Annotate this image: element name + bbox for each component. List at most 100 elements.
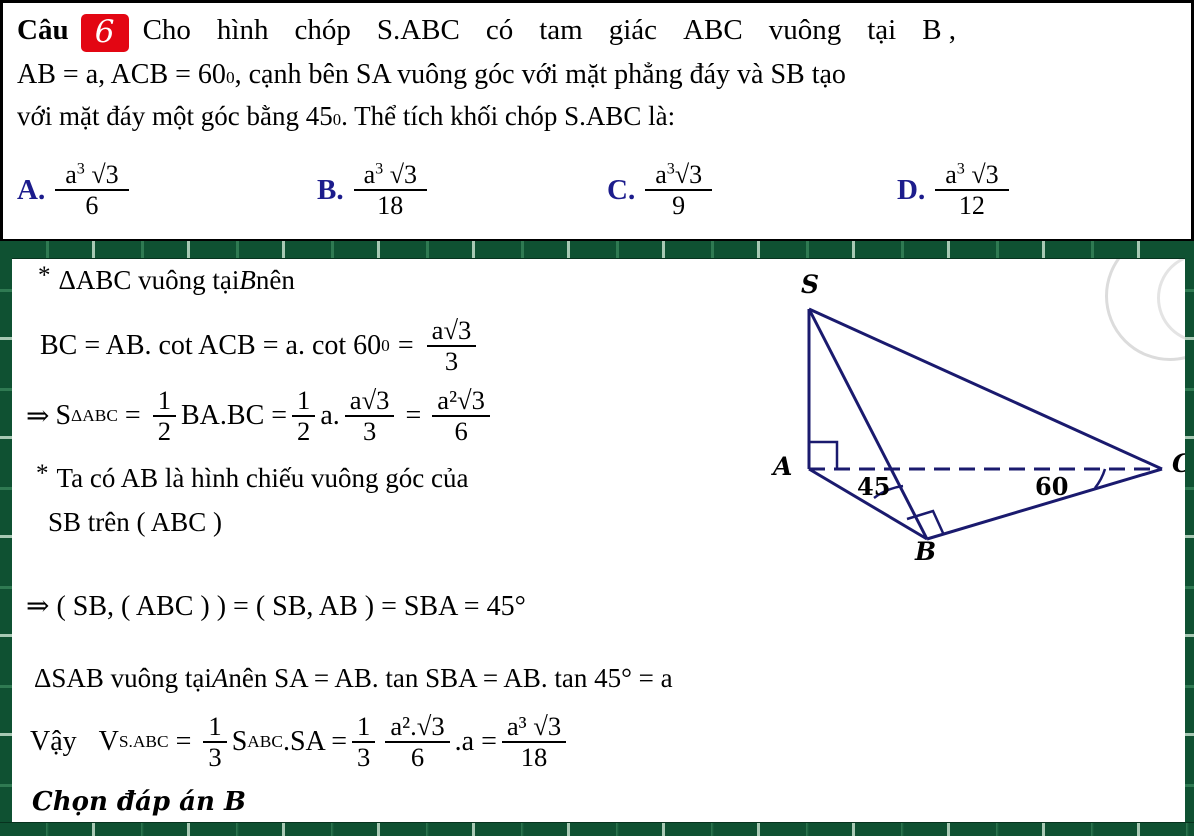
- sol3-eq1: =: [124, 400, 141, 432]
- sol3-fraction-4: a²√3 6: [432, 385, 490, 447]
- sol8-vay: Vậy: [30, 726, 77, 758]
- geometry-svg: [807, 307, 1163, 541]
- sol8-dot-a: .a =: [454, 726, 497, 758]
- q1-w2: chóp: [294, 14, 351, 46]
- opt-a-radical: √3: [91, 160, 119, 189]
- question-panel: Câu 6 Cho hình chóp S.ABC có tam giác AB…: [0, 0, 1194, 241]
- question-line-1: Câu 6 Cho hình chóp S.ABC có tam giác AB…: [17, 11, 1181, 52]
- sol8-eq1: =: [175, 726, 192, 758]
- edge-S-C: [808, 307, 1163, 471]
- opt-d-exp: 3: [956, 160, 965, 178]
- sol3-f3-den: 3: [362, 416, 377, 447]
- sol8-f3-num: a².√3: [390, 711, 445, 741]
- option-a-letter: A.: [17, 173, 46, 206]
- sol3-fraction-2: 1 2: [292, 386, 316, 447]
- q1-w4: có: [485, 14, 514, 46]
- sol7-italic: A: [211, 663, 229, 693]
- option-b-numerator: a3 √3: [354, 161, 427, 189]
- option-b-letter: B.: [317, 173, 344, 206]
- option-d-fraction: a3 √3 12: [935, 161, 1009, 221]
- option-a[interactable]: A. a3 √3 6: [17, 161, 317, 220]
- option-a-denominator: 6: [85, 191, 99, 221]
- option-b-denominator: 18: [377, 191, 404, 221]
- question-number-badge: 6: [80, 14, 129, 52]
- sol3-f1-num: 1: [157, 385, 171, 415]
- answer-options: A. a3 √3 6 B. a3 √3 18 C. a3√3 9 D. a3 √…: [17, 161, 1177, 220]
- sol1-text-a: ΔABC vuông tại: [58, 265, 240, 295]
- option-c-denominator: 9: [672, 191, 686, 221]
- solution-conclusion: Chọn đáp án B: [32, 787, 246, 817]
- sol5-text: SB trên ( ABC ): [48, 507, 223, 537]
- angle-label-60: 60: [1035, 472, 1069, 501]
- solution-line-8: Vậy V S.ABC = 1 3 S ABC .SA = 1 3 a².√3 6 …: [30, 711, 571, 773]
- solution-line-2: BC = AB. cot ACB = a. cot 60 0 = a√3 3: [40, 315, 481, 377]
- option-c-numerator: a3√3: [645, 161, 712, 189]
- option-c-letter: C.: [607, 173, 636, 206]
- q1-w6: giác: [608, 14, 658, 46]
- option-d[interactable]: D. a3 √3 12: [897, 161, 1009, 220]
- sol8-fraction-3: a².√3 6: [385, 711, 450, 771]
- question-line-2: AB = a, ACB = 60 0, cạnh bên SA vuông góc…: [17, 59, 846, 90]
- opt-b-radical: √3: [389, 160, 417, 189]
- bullet-star-1-icon: *: [38, 261, 51, 289]
- vertex-label-A: A: [773, 452, 793, 481]
- sol2-equals: =: [397, 330, 414, 362]
- q2-rest: , cạnh bên SA vuông góc với mặt phẳng đá…: [234, 59, 846, 90]
- q1-w8: vuông: [768, 14, 842, 46]
- green-border-right: [1185, 241, 1194, 836]
- sol2-den: 3: [444, 346, 459, 377]
- sol8-fraction-1: 1 3: [203, 712, 227, 773]
- sol3-f2-den: 2: [297, 416, 311, 447]
- option-b[interactable]: B. a3 √3 18: [317, 161, 607, 220]
- q2-prefix: AB = a, ACB = 60: [17, 59, 226, 90]
- sol8-f4-den: 18: [520, 742, 548, 773]
- sol6-text: ⇒ ( SB, ( ABC ) ) = ( SB, AB ) = SBA = 4…: [26, 591, 526, 622]
- sol2-fraction: a√3 3: [426, 315, 477, 377]
- sol2-lhs: BC = AB. cot ACB = a. cot 60: [40, 330, 382, 362]
- solution-line-6: ⇒ ( SB, ( ABC ) ) = ( SB, AB ) = SBA = 4…: [26, 589, 526, 623]
- sol7-text-b: nên SA = AB. tan SBA = AB. tan 45° = a: [228, 663, 673, 693]
- sol3-f3-num: a√3: [349, 385, 390, 415]
- solution-line-7: ΔSAB vuông tại A nên SA = AB. tan SBA = …: [34, 663, 673, 694]
- q3-prefix: với mặt đáy một góc bằng 45: [17, 101, 333, 131]
- opt-a-base: a: [65, 160, 77, 189]
- sol1-text-b: nên: [255, 265, 295, 295]
- sol3-f4-den: 6: [454, 416, 468, 447]
- q1-w5: tam: [539, 14, 583, 46]
- solution-line-4: * Ta có AB là hình chiếu vuông góc của: [36, 460, 469, 494]
- sol3-mid1: BA.BC =: [181, 400, 288, 432]
- angle-label-45: 45: [857, 472, 891, 501]
- option-d-denominator: 12: [958, 191, 985, 221]
- sol8-S: S: [231, 726, 248, 758]
- question-label: Câu: [17, 14, 69, 46]
- option-c[interactable]: C. a3√3 9: [607, 161, 897, 220]
- q1-w7: ABC: [683, 14, 743, 46]
- solution-area: * ΔABC vuông tại B nên BC = AB. cot ACB …: [12, 259, 1185, 822]
- green-border-top: [0, 241, 1194, 259]
- sol3-f4-num: a²√3: [437, 385, 485, 415]
- sol3-arrow-icon: ⇒: [26, 401, 50, 433]
- sol7-text-a: ΔSAB vuông tại: [34, 663, 212, 693]
- solution-line-5: SB trên ( ABC ): [48, 507, 222, 538]
- sol3-eq2: =: [405, 400, 422, 432]
- sol8-f4-num: a³ √3: [506, 711, 562, 741]
- opt-d-base: a: [945, 160, 957, 189]
- sol8-V: V: [98, 726, 119, 758]
- opt-b-exp: 3: [375, 160, 384, 178]
- q1-w10: B ,: [922, 14, 957, 46]
- geometry-figure: S A B C 45 60: [747, 267, 1185, 587]
- option-c-fraction: a3√3 9: [645, 161, 713, 221]
- opt-c-base: a: [655, 160, 667, 189]
- sol8-f2-num: 1: [357, 711, 371, 741]
- sol3-f1-den: 2: [157, 416, 171, 447]
- sol8-f1-den: 3: [208, 742, 222, 773]
- sol2-num: a√3: [431, 315, 472, 345]
- option-d-numerator: a3 √3: [935, 161, 1008, 189]
- sol8-f2-den: 3: [357, 742, 371, 773]
- sol3-fraction-3: a√3 3: [344, 385, 395, 447]
- sol8-fraction-4: a³ √3 18: [501, 711, 567, 773]
- solution-line-3: ⇒ S ΔABC = 1 2 BA.BC = 1 2 a. a√3 3 = a²…: [26, 385, 495, 447]
- green-border-left: [0, 241, 12, 836]
- q3-rest: . Thể tích khối chóp S.ABC là:: [341, 101, 676, 131]
- q1-w1: hình: [216, 14, 269, 46]
